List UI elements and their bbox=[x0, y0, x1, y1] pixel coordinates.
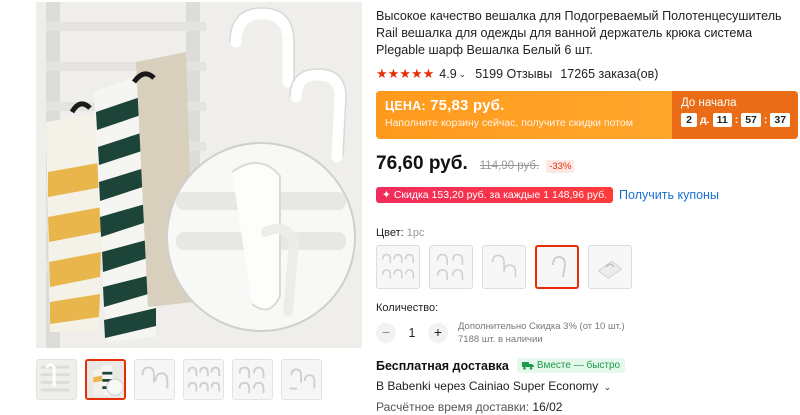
quantity-info: Дополнительно Скидка 3% (от 10 шт.) 7188… bbox=[458, 320, 625, 346]
old-price: 114,90 руб. bbox=[479, 160, 540, 172]
shipping-method[interactable]: В Babenki через Cainiao Super Economy ⌄ bbox=[376, 379, 798, 393]
countdown-separator: : bbox=[763, 114, 768, 126]
get-coupons-link[interactable]: Получить купоны bbox=[619, 188, 719, 202]
color-swatch-2[interactable] bbox=[429, 245, 473, 289]
coupon-text: Скидка 153,20 руб. за каждые 1 148,96 ру… bbox=[393, 189, 608, 201]
thumbnail-5[interactable] bbox=[232, 359, 273, 400]
thumbnail-2[interactable] bbox=[85, 359, 126, 400]
thumbnail-6[interactable] bbox=[281, 359, 322, 400]
quantity-input[interactable]: 1 bbox=[396, 326, 428, 340]
rating-stars: ★★★★★ bbox=[376, 66, 435, 81]
sale-subtitle: Наполните корзину сейчас, получите скидк… bbox=[385, 117, 633, 129]
shipping-badge: Вместе — быстро bbox=[516, 358, 626, 373]
color-swatch-3[interactable] bbox=[482, 245, 526, 289]
chevron-down-icon[interactable]: ⌄ bbox=[459, 69, 467, 80]
shipping-title-row: Бесплатная доставка Вместе — быстро bbox=[376, 358, 798, 373]
countdown-minutes: 57 bbox=[741, 113, 761, 127]
countdown-seconds: 37 bbox=[770, 113, 791, 127]
quantity-increase-button[interactable]: + bbox=[428, 323, 448, 343]
sale-price-block: ЦЕНА: 75,83 руб. Наполните корзину сейча… bbox=[376, 91, 672, 139]
countdown-days: 2 bbox=[681, 113, 697, 127]
shipping-time-label: Расчётное время доставки: bbox=[376, 400, 530, 414]
quantity-row: − 1 + Дополнительно Скидка 3% (от 10 шт.… bbox=[376, 320, 798, 346]
color-value: 1pc bbox=[406, 227, 425, 239]
sale-price-label: ЦЕНА: bbox=[385, 99, 426, 113]
color-swatch-4-selected[interactable] bbox=[535, 245, 579, 289]
quantity-label: Количество: bbox=[376, 302, 439, 314]
reviews-count[interactable]: 5199 Отзывы bbox=[475, 67, 552, 81]
countdown-timer: 2 д. 11 : 57 : 37 bbox=[681, 113, 798, 127]
main-product-image[interactable] bbox=[36, 2, 362, 348]
thumbnail-3[interactable] bbox=[134, 359, 175, 400]
quantity-decrease-button[interactable]: − bbox=[376, 323, 396, 343]
color-label: Цвет: bbox=[376, 227, 404, 239]
countdown-hours: 11 bbox=[712, 113, 732, 127]
color-label-row: Цвет: 1pc bbox=[376, 227, 798, 239]
countdown-days-unit: д. bbox=[700, 114, 710, 126]
bulk-discount-text: Дополнительно Скидка 3% (от 10 шт.) bbox=[458, 321, 625, 332]
sale-price: 75,83 руб. bbox=[430, 97, 505, 114]
shipping-via-text: В Babenki через Cainiao Super Economy bbox=[376, 379, 599, 393]
shipping-time-row: Расчётное время доставки: 16/02 bbox=[376, 400, 798, 414]
thumbnail-strip bbox=[36, 359, 322, 400]
countdown-label: До начала bbox=[681, 97, 737, 109]
color-swatches bbox=[376, 245, 798, 289]
thumbnail-1[interactable] bbox=[36, 359, 77, 400]
orders-count: 17265 заказа(ов) bbox=[560, 67, 659, 81]
discount-badge: -33% bbox=[546, 160, 575, 173]
price-row: 76,60 руб. 114,90 руб. -33% bbox=[376, 153, 798, 175]
sparkle-icon: ✦ bbox=[382, 189, 391, 201]
coupon-row: ✦ Скидка 153,20 руб. за каждые 1 148,96 … bbox=[376, 187, 798, 203]
countdown-separator: : bbox=[734, 114, 739, 126]
stock-text: 7188 шт. в наличии bbox=[458, 334, 543, 345]
sale-banner: ЦЕНА: 75,83 руб. Наполните корзину сейча… bbox=[376, 91, 798, 139]
current-price: 76,60 руб. bbox=[376, 153, 468, 174]
truck-icon bbox=[521, 362, 534, 370]
product-title: Высокое качество вешалка для Подогреваем… bbox=[376, 9, 782, 57]
rating-value[interactable]: 4.9 bbox=[439, 67, 456, 81]
chevron-down-icon: ⌄ bbox=[603, 382, 612, 392]
thumbnail-4[interactable] bbox=[183, 359, 224, 400]
product-info-panel: Высокое качество вешалка для Подогреваем… bbox=[376, 0, 798, 414]
rating-row: ★★★★★ 4.9 ⌄ 5199 Отзывы 17265 заказа(ов) bbox=[376, 66, 798, 82]
coupon-badge[interactable]: ✦ Скидка 153,20 руб. за каждые 1 148,96 … bbox=[376, 187, 614, 203]
shipping-title: Бесплатная доставка bbox=[376, 358, 509, 373]
sale-countdown-block: До начала 2 д. 11 : 57 : 37 bbox=[672, 91, 798, 139]
shipping-badge-text: Вместе — быстро bbox=[536, 360, 621, 371]
color-swatch-5[interactable] bbox=[588, 245, 632, 289]
color-swatch-1[interactable] bbox=[376, 245, 420, 289]
shipping-date: 16/02 bbox=[532, 400, 563, 414]
